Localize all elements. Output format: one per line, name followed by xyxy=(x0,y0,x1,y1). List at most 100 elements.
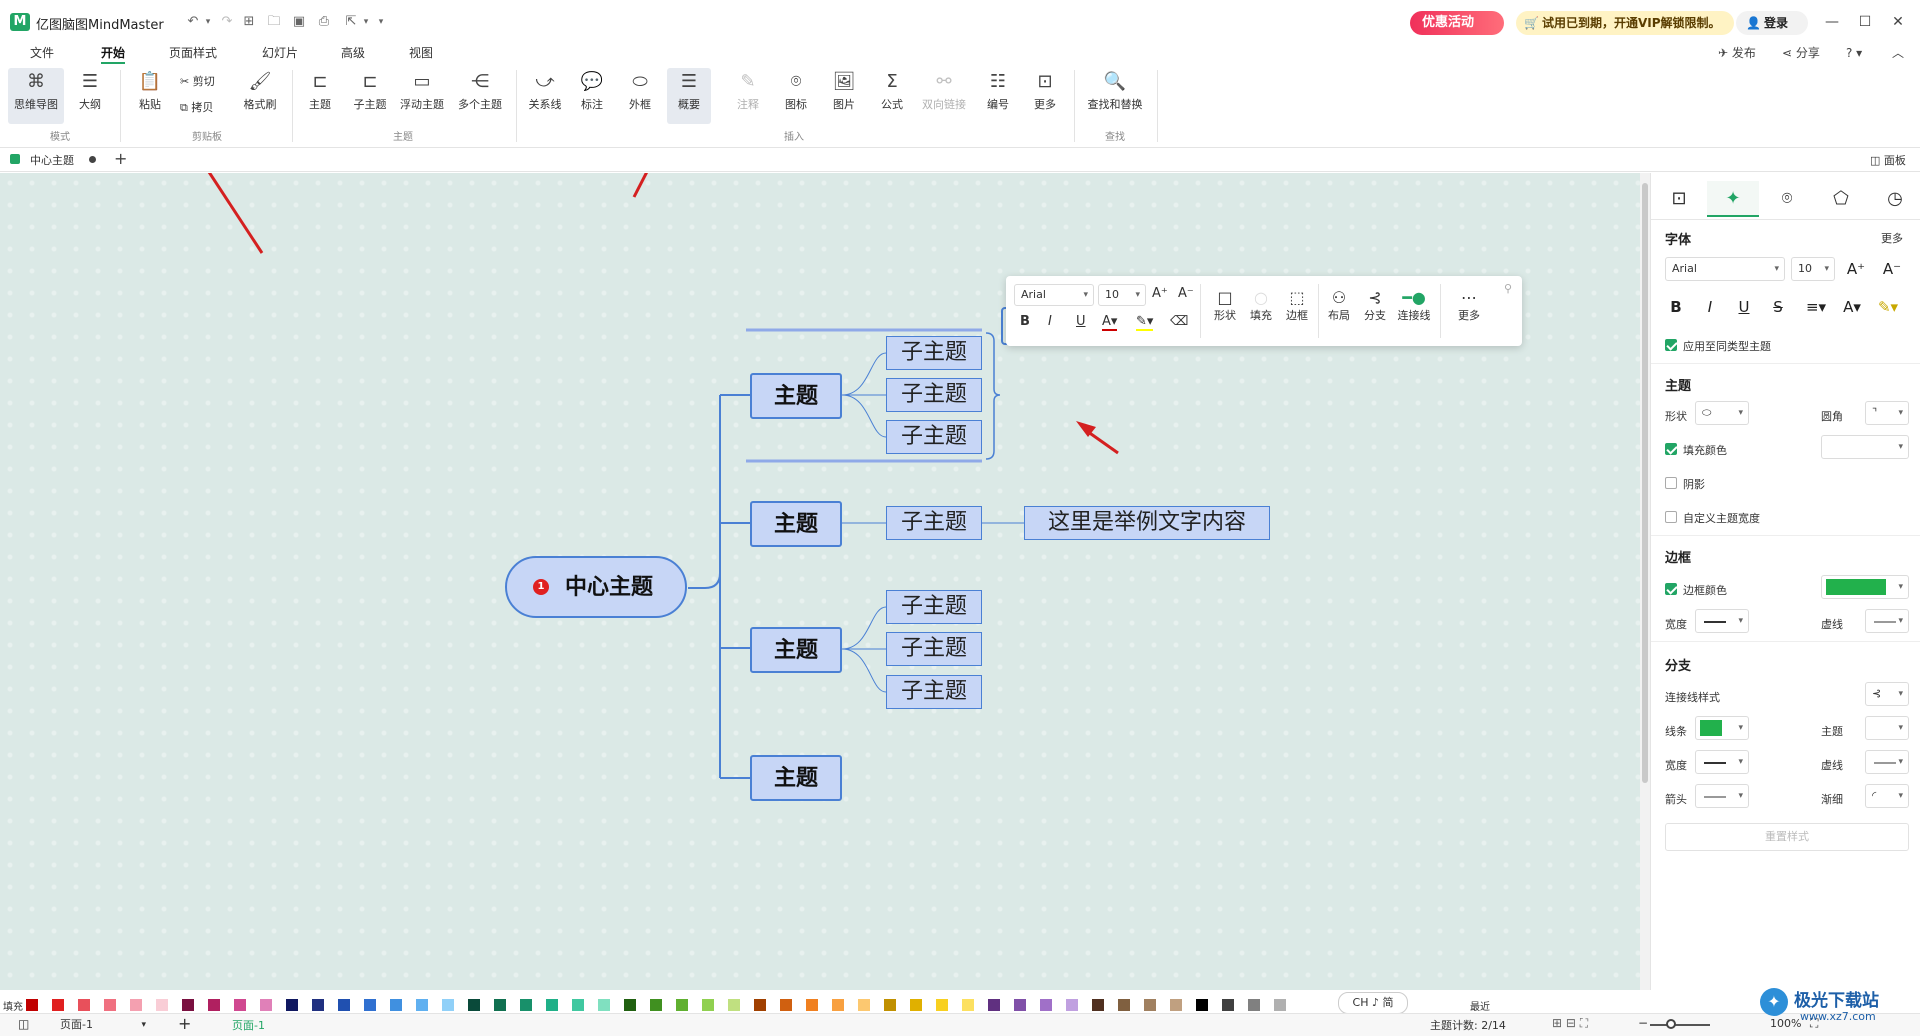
color-swatch[interactable] xyxy=(1092,999,1104,1011)
summary-button[interactable]: ☰ 概要 xyxy=(667,68,711,124)
main-topic[interactable]: 主题 xyxy=(750,627,842,673)
color-swatch[interactable] xyxy=(78,999,90,1011)
float-layout-button[interactable]: ⚇ 布局 xyxy=(1324,288,1354,323)
minimize-icon[interactable]: — xyxy=(1822,12,1842,32)
subtopic[interactable]: 子主题 xyxy=(886,675,982,709)
image-button[interactable]: 🖼 图片 xyxy=(826,68,862,124)
new-file-icon[interactable]: ⊞ xyxy=(240,13,258,31)
color-swatch[interactable] xyxy=(624,999,636,1011)
subtopic-button[interactable]: ⊏ 子主题 xyxy=(348,68,392,124)
color-swatch[interactable] xyxy=(1300,999,1312,1011)
add-tab-icon[interactable]: + xyxy=(114,149,127,168)
color-swatch[interactable] xyxy=(754,999,766,1011)
custom-width-checkbox[interactable] xyxy=(1665,511,1677,523)
color-swatch[interactable] xyxy=(988,999,1000,1011)
main-topic[interactable]: 主题 xyxy=(750,755,842,801)
bidirectional-link-button[interactable]: ⚯ 双向链接 xyxy=(918,68,970,124)
numbering-button[interactable]: ☷ 编号 xyxy=(980,68,1016,124)
find-replace-button[interactable]: 🔍 查找和替换 xyxy=(1082,68,1148,124)
panel-tab-page[interactable]: ⊡ xyxy=(1653,181,1705,217)
color-swatch[interactable] xyxy=(130,999,142,1011)
italic-icon[interactable]: I xyxy=(1699,296,1721,318)
branch-width-select[interactable]: ▾ xyxy=(1695,750,1749,774)
color-swatch[interactable] xyxy=(858,999,870,1011)
mindmap-mode-button[interactable]: ⌘ 思维导图 xyxy=(8,68,64,124)
branch-line-color-select[interactable]: ▾ xyxy=(1695,716,1749,740)
float-border-button[interactable]: ⬚ 边框 xyxy=(1282,288,1312,323)
collapse-ribbon-icon[interactable]: ︿ xyxy=(1892,44,1904,64)
publish-button[interactable]: ✈ 发布 xyxy=(1718,44,1756,64)
color-swatch[interactable] xyxy=(1144,999,1156,1011)
cut-button[interactable]: ✂ 剪切 xyxy=(180,72,215,92)
zoom-out-icon[interactable]: − xyxy=(1638,1016,1648,1030)
color-swatch[interactable] xyxy=(1196,999,1208,1011)
paste-button[interactable]: 📋 粘贴 xyxy=(132,68,168,124)
fill-color-select[interactable]: ▾ xyxy=(1821,435,1909,459)
bold-icon[interactable]: B xyxy=(1665,296,1687,318)
panel-tab-icon[interactable]: ⌾ xyxy=(1761,181,1813,217)
color-swatch[interactable] xyxy=(1274,999,1286,1011)
color-swatch[interactable] xyxy=(26,999,38,1011)
color-swatch[interactable] xyxy=(1040,999,1052,1011)
connector-style-select[interactable]: ⊰ ▾ xyxy=(1865,682,1909,706)
color-swatch[interactable] xyxy=(520,999,532,1011)
color-swatch[interactable] xyxy=(312,999,324,1011)
align-icon[interactable]: ≡▾ xyxy=(1801,296,1831,318)
tab-advanced[interactable]: 高级 xyxy=(341,44,365,64)
subtopic[interactable]: 子主题 xyxy=(886,378,982,412)
color-swatch[interactable] xyxy=(104,999,116,1011)
subtopic[interactable]: 子主题 xyxy=(886,632,982,666)
floating-topic-button[interactable]: ▭ 浮动主题 xyxy=(396,68,448,124)
color-swatch[interactable] xyxy=(286,999,298,1011)
pin-icon[interactable]: ⚲ xyxy=(1504,282,1512,295)
color-swatch[interactable] xyxy=(936,999,948,1011)
color-swatch[interactable] xyxy=(234,999,246,1011)
panel-tab-theme[interactable]: ⬠ xyxy=(1815,181,1867,217)
color-swatch[interactable] xyxy=(780,999,792,1011)
color-swatch[interactable] xyxy=(1248,999,1260,1011)
close-icon[interactable]: ✕ xyxy=(1888,12,1908,32)
border-dash-select[interactable]: ▾ xyxy=(1865,609,1909,633)
color-swatch[interactable] xyxy=(442,999,454,1011)
page-tab[interactable]: 页面-1 xyxy=(232,1017,265,1033)
redo-icon[interactable]: ↷ xyxy=(218,13,236,31)
help-icon[interactable]: ? ▾ xyxy=(1846,44,1862,64)
color-swatch[interactable] xyxy=(156,999,168,1011)
vip-notice[interactable]: 🛒 试用已到期，开通VIP解锁限制。 xyxy=(1516,11,1734,35)
note-button[interactable]: ✎ 注释 xyxy=(730,68,766,124)
color-swatch[interactable] xyxy=(390,999,402,1011)
border-color-select[interactable]: ▾ xyxy=(1821,575,1909,599)
color-swatch[interactable] xyxy=(182,999,194,1011)
float-shape-button[interactable]: □ 形状 xyxy=(1210,288,1240,323)
panel-tab-history[interactable]: ◷ xyxy=(1869,181,1920,217)
color-swatch[interactable] xyxy=(52,999,64,1011)
panel-tab-style[interactable]: ✦ xyxy=(1707,181,1759,217)
subtopic[interactable]: 子主题 xyxy=(886,506,982,540)
fill-color-checkbox[interactable] xyxy=(1665,443,1677,455)
copy-button[interactable]: ⧉ 拷贝 xyxy=(180,98,213,118)
highlight-icon[interactable]: ✎▾ xyxy=(1873,296,1903,318)
customize-quick-access-icon[interactable]: ▾ xyxy=(372,13,390,31)
color-swatch[interactable] xyxy=(598,999,610,1011)
shape-select[interactable]: ⬭ ▾ xyxy=(1695,401,1749,425)
float-size-select[interactable]: 10 ▾ xyxy=(1098,284,1146,306)
border-color-checkbox[interactable] xyxy=(1665,583,1677,595)
float-more-button[interactable]: ⋯ 更多 xyxy=(1454,288,1484,323)
color-swatch[interactable] xyxy=(1066,999,1078,1011)
topic-button[interactable]: ⊏ 主题 xyxy=(302,68,338,124)
taper-select[interactable]: ◜ ▾ xyxy=(1865,784,1909,808)
color-swatch[interactable] xyxy=(208,999,220,1011)
format-painter-button[interactable]: 🖌 格式刷 xyxy=(238,68,282,124)
color-swatch[interactable] xyxy=(702,999,714,1011)
color-swatch[interactable] xyxy=(468,999,480,1011)
document-tab[interactable]: 中心主题 xyxy=(30,152,74,168)
boundary-button[interactable]: ⬭ 外框 xyxy=(622,68,658,124)
color-swatch[interactable] xyxy=(650,999,662,1011)
branch-dash-select[interactable]: ▾ xyxy=(1865,750,1909,774)
open-folder-icon[interactable]: 🗀 xyxy=(265,13,283,31)
reset-style-button[interactable]: 重置样式 xyxy=(1665,823,1909,851)
color-swatch[interactable] xyxy=(546,999,558,1011)
color-swatch[interactable] xyxy=(962,999,974,1011)
tab-slides[interactable]: 幻灯片 xyxy=(262,44,298,64)
decrease-font-icon[interactable]: A⁻ xyxy=(1178,286,1194,301)
